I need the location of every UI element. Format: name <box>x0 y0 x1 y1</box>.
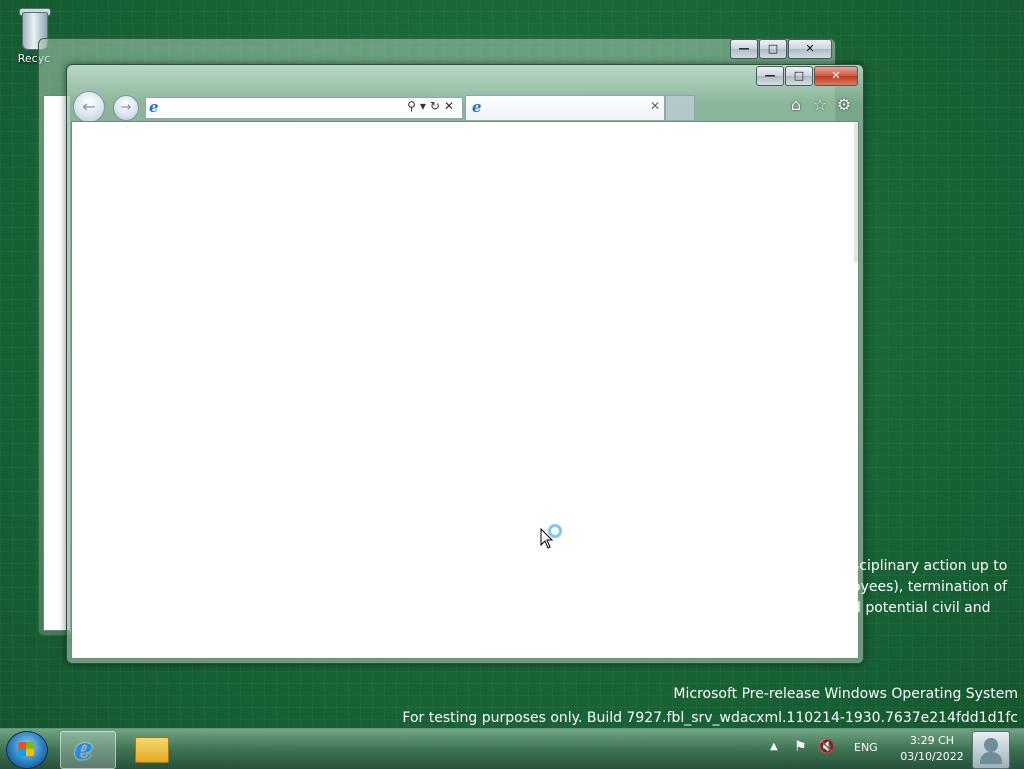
policy-line-3: d potential civil and <box>852 600 991 616</box>
maximize-button[interactable]: □ <box>785 66 813 86</box>
policy-text: sciplinary action up to oyees), terminat… <box>852 556 1020 619</box>
clock-date: 03/10/2022 <box>900 750 964 763</box>
tab-close-icon[interactable]: ✕ <box>650 99 660 113</box>
background-window-caption-buttons: — □ ✕ <box>729 39 832 59</box>
policy-line-1: sciplinary action up to <box>852 558 1008 574</box>
address-bar[interactable]: e ⚲▾↻✕ <box>145 97 463 119</box>
user-avatar-icon <box>984 738 998 752</box>
browser-caption-buttons: — □ ✕ <box>755 66 858 86</box>
action-center-flag-icon[interactable]: ⚑ <box>794 739 807 755</box>
new-tab-button[interactable] <box>665 95 695 120</box>
page-content[interactable] <box>71 121 859 659</box>
language-indicator[interactable]: ENG <box>854 741 878 754</box>
volume-muted-icon[interactable]: 🔇 <box>818 739 835 755</box>
build-watermark-line-1: Microsoft Pre-release Windows Operating … <box>673 686 1018 702</box>
scrollbar[interactable] <box>854 122 858 262</box>
browser-window[interactable]: — □ ✕ ← → e ⚲▾↻✕ e ✕ ⌂ ☆ ⚙ <box>66 64 864 664</box>
browser-command-icons: ⌂ ☆ ⚙ <box>787 96 853 114</box>
navigation-bar: ← → e ⚲▾↻✕ e ✕ ⌂ ☆ ⚙ <box>73 91 857 123</box>
gear-icon[interactable]: ⚙ <box>835 96 853 114</box>
busy-cursor-icon <box>540 524 562 554</box>
internet-explorer-icon: e <box>74 732 94 767</box>
clock-time: 3:29 CH <box>909 734 955 747</box>
back-button[interactable]: ← <box>73 91 105 123</box>
ie-page-icon: e <box>149 98 159 116</box>
background-close-button[interactable]: ✕ <box>788 39 832 59</box>
build-watermark: Microsoft Pre-release Windows Operating … <box>402 682 1018 730</box>
home-icon[interactable]: ⌂ <box>787 96 805 114</box>
taskbar: e ▲ ⚑ 🔇 ENG 3:29 CH 03/10/2022 <box>0 728 1024 769</box>
background-maximize-button[interactable]: □ <box>759 39 787 59</box>
clock[interactable]: 3:29 CH 03/10/2022 <box>896 733 968 765</box>
start-button[interactable] <box>6 731 48 769</box>
taskbar-windows-explorer[interactable] <box>126 731 180 767</box>
address-tools-icons[interactable]: ⚲▾↻✕ <box>407 99 458 113</box>
show-hidden-icons-button[interactable]: ▲ <box>770 741 778 752</box>
taskbar-internet-explorer[interactable]: e <box>60 731 116 769</box>
minimize-button[interactable]: — <box>756 66 784 86</box>
tab-ie-icon: e <box>472 98 482 116</box>
browser-tab[interactable]: e ✕ <box>465 95 665 120</box>
background-minimize-button[interactable]: — <box>730 39 758 59</box>
favorites-icon[interactable]: ☆ <box>811 96 829 114</box>
folder-icon <box>135 737 169 763</box>
user-avatar-button[interactable] <box>972 731 1010 769</box>
forward-button[interactable]: → <box>113 95 139 121</box>
policy-line-2: oyees), termination of <box>852 579 1008 595</box>
build-watermark-line-2: For testing purposes only. Build 7927.fb… <box>402 710 1018 726</box>
close-button[interactable]: ✕ <box>814 66 858 86</box>
windows-logo-icon <box>18 742 34 756</box>
